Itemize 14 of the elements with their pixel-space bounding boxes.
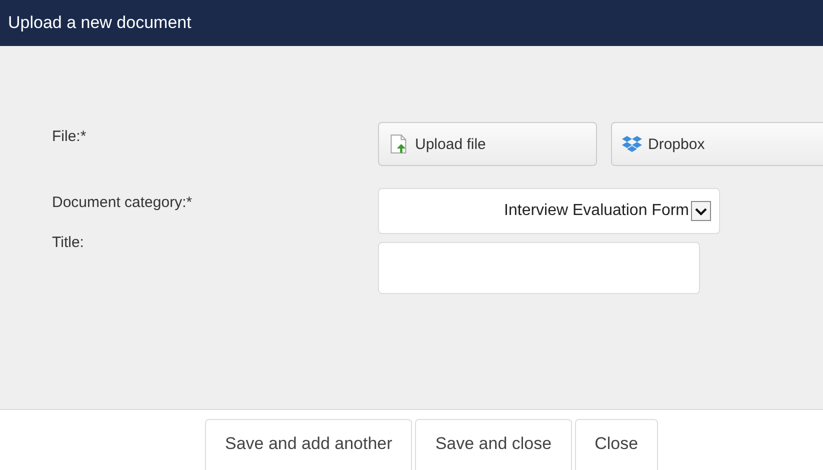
chevron-down-icon: [691, 201, 711, 221]
title-input[interactable]: [378, 242, 700, 294]
window-title: Upload a new document: [8, 13, 192, 33]
footer-button[interactable]: Save and add another: [205, 419, 412, 470]
field-label: Title:: [51, 233, 85, 251]
field-label: Document category:*: [51, 193, 194, 211]
box-icon: [622, 134, 642, 154]
file-upload-icon: [389, 134, 409, 154]
footer-button[interactable]: Close: [574, 419, 658, 470]
footer-button[interactable]: Save and close: [415, 419, 572, 470]
upload-button[interactable]: Upload file: [378, 122, 597, 166]
field-label: File:*: [51, 127, 88, 145]
dropbox-button[interactable]: Dropbox: [611, 122, 823, 166]
category-dropdown[interactable]: Interview Evaluation Form: [378, 188, 720, 234]
